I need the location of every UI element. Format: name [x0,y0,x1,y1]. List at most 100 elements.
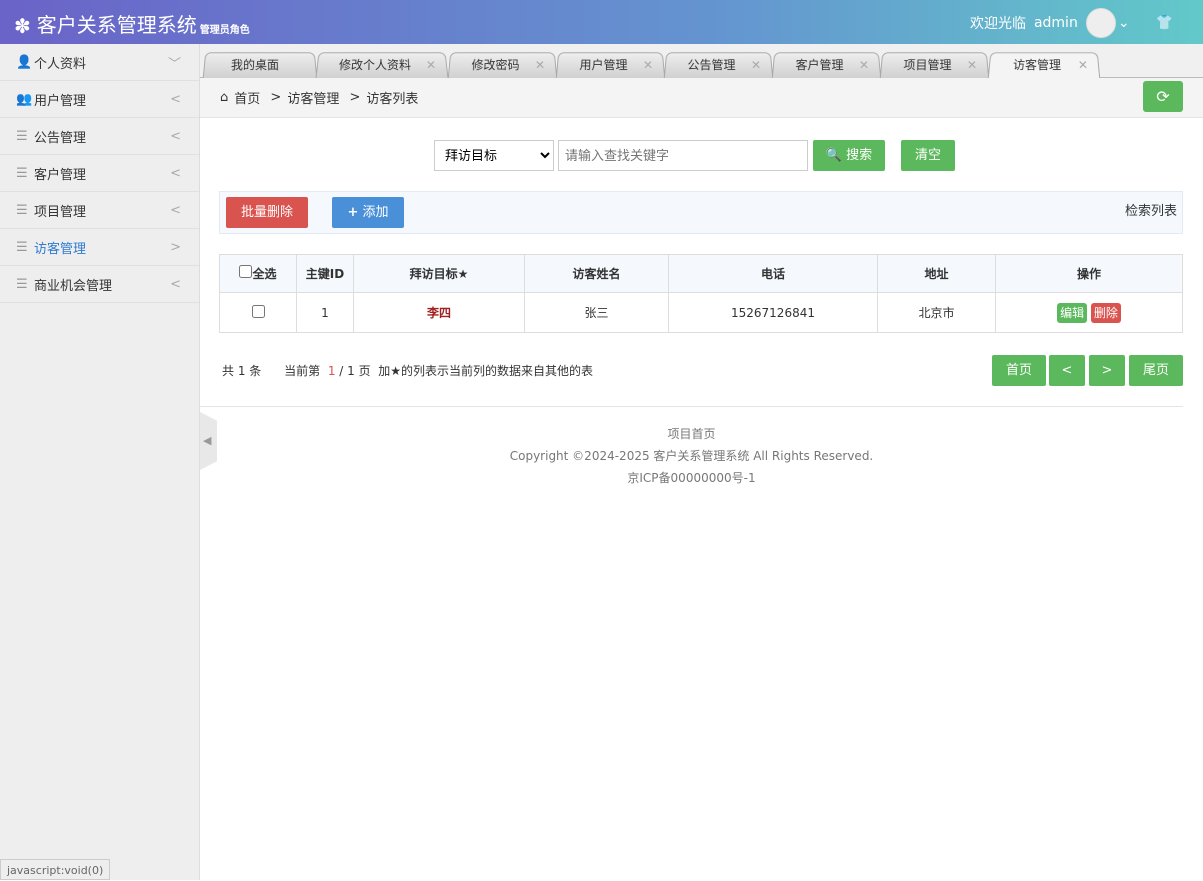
select-all-checkbox[interactable] [239,265,253,278]
tab-label: 用户管理 [579,58,628,73]
close-icon[interactable]: ✕ [425,53,437,78]
col-address: 地址 [877,254,996,293]
cell-address: 北京市 [877,292,996,333]
breadcrumb-current: 访客列表 [366,92,419,107]
list-icon: ☰ [16,128,28,144]
close-icon[interactable]: ✕ [642,53,654,78]
icp-number: 京ICP备00000000号-1 [627,471,756,485]
sidebar-item-label: 公告管理 [34,130,87,146]
tab-bar: 我的桌面 修改个人资料 ✕ 修改密码 ✕ 用户管理 ✕ 公告管理 ✕ 客户管理 ✕ 项目管理 ✕ 访客管理… [200,44,1203,80]
tab-label: 客户管理 [795,58,844,73]
first-page-button[interactable]: 首页 [992,355,1046,386]
list-icon: ☰ [16,276,28,292]
cell-name: 张三 [524,292,669,333]
footer-home-link[interactable]: 项目首页 [200,423,1183,445]
col-phone: 电话 [668,254,878,293]
shirt-icon[interactable]: 👕 [1156,15,1173,31]
sidebar-item-label: 个人资料 [34,56,87,72]
tab[interactable]: 用户管理 ✕ [555,52,666,79]
sidebar-item-label: 客户管理 [34,167,87,183]
tab-label: 修改个人资料 [338,58,412,73]
chevron-down-icon[interactable]: ⌄ [1118,15,1130,31]
toolbar: 批量删除 + 添加 检索列表 [219,191,1183,234]
tab[interactable]: 客户管理 ✕ [771,52,882,79]
cell-target[interactable]: 李四 [353,292,525,333]
chevron-icon: ﹀ [167,56,181,72]
username[interactable]: admin [1034,15,1078,31]
visitor-table: 全选 主键ID 拜访目标★ 访客姓名 电话 地址 操作 1 李四 张三 1526… [219,254,1183,333]
next-page-button[interactable]: > [1089,355,1125,386]
chevron-icon: < [170,91,181,107]
header: ✽ 客户关系管理系统 管理员角色 欢迎光临 admin ⌄ 👕 [0,0,1203,44]
sidebar-item[interactable]: ☰ 商业机会管理 < [0,266,199,303]
tab[interactable]: 修改密码 ✕ [447,52,558,79]
row-checkbox[interactable] [251,304,265,318]
tab[interactable]: 我的桌面 [202,52,318,79]
tab-label: 修改密码 [471,58,520,73]
footer: 项目首页 Copyright ©2024-2025 客户关系管理系统 All R… [200,406,1183,489]
users-icon: 👥 [16,91,33,107]
prev-page-button[interactable]: < [1049,355,1085,386]
role-label: 管理员角色 [199,25,250,36]
sidebar-item-label: 商业机会管理 [34,278,113,294]
tab-label: 项目管理 [903,58,952,73]
pager-info: 共 1 条 当前第 1 / 1 页 加★的列表示当前列的数据来自其他的表 [222,364,593,378]
tab-label: 访客管理 [1012,58,1062,73]
chevron-icon: < [170,202,181,218]
cell-id: 1 [296,292,354,333]
close-icon[interactable]: ✕ [858,53,870,78]
sidebar-item[interactable]: ☰ 访客管理 > [0,229,199,266]
chevron-icon: < [170,165,181,181]
breadcrumb-home[interactable]: 首页 [234,88,260,107]
cell-phone: 15267126841 [668,292,878,333]
sidebar-item-label: 项目管理 [34,204,87,220]
search-input[interactable] [558,140,808,171]
sidebar: 👤 个人资料 ﹀ 👥 用户管理 < ☰ 公告管理 < ☰ 客户管理 < ☰ 项目管理 < ☰ 访客管理 > ☰ 商业机… [0,44,200,880]
search-field-select[interactable]: 拜访目标 [434,140,554,171]
breadcrumb: ⌂ 首页 > 访客管理 > 访客列表 ⟳ [200,78,1203,118]
avatar[interactable] [1085,8,1116,38]
list-title: 检索列表 [1124,204,1177,219]
chevron-icon: < [170,276,181,292]
table-header-row: 全选 主键ID 拜访目标★ 访客姓名 电话 地址 操作 [219,254,1183,293]
welcome-text: 欢迎光临 [969,16,1026,32]
status-bar: javascript:void(0) [0,859,111,880]
search-button[interactable]: 🔍 搜索 [813,140,885,171]
refresh-button[interactable]: ⟳ [1143,81,1183,112]
gear-icon: ✽ [14,14,31,38]
close-icon[interactable]: ✕ [750,53,762,78]
col-target: 拜访目标★ [353,254,525,293]
last-page-button[interactable]: 尾页 [1129,355,1183,386]
home-icon: ⌂ [220,90,229,105]
logo: ✽ 客户关系管理系统 管理员角色 [14,9,250,38]
col-actions: 操作 [995,254,1183,293]
copyright: Copyright ©2024-2025 客户关系管理系统 All Rights… [509,449,874,463]
delete-button[interactable]: 删除 [1090,303,1121,323]
add-button[interactable]: + 添加 [332,197,404,228]
refresh-icon: ⟳ [1156,87,1170,106]
close-icon[interactable]: ✕ [966,53,978,78]
tab[interactable]: 修改个人资料 ✕ [315,52,449,79]
close-icon[interactable]: ✕ [534,53,546,78]
close-icon[interactable]: ✕ [1077,53,1089,78]
clear-button[interactable]: 清空 [901,140,955,171]
list-icon: ☰ [16,165,28,181]
list-icon: ☰ [16,239,28,255]
col-name: 访客姓名 [524,254,669,293]
sidebar-item[interactable]: 👥 用户管理 < [0,81,199,118]
list-icon: ☰ [16,202,28,218]
sidebar-item[interactable]: ☰ 公告管理 < [0,118,199,155]
tab[interactable]: 项目管理 ✕ [879,52,990,79]
sidebar-item[interactable]: ☰ 项目管理 < [0,192,199,229]
breadcrumb-section[interactable]: 访客管理 [287,88,339,107]
col-id: 主键ID [296,254,354,293]
tab[interactable]: 访客管理 ✕ [987,52,1101,80]
edit-button[interactable]: 编辑 [1057,303,1088,323]
chevron-icon: < [170,128,181,144]
tab-label: 公告管理 [687,58,736,73]
tab[interactable]: 公告管理 ✕ [663,52,774,79]
sidebar-item[interactable]: ☰ 客户管理 < [0,155,199,192]
sidebar-item[interactable]: 👤 个人资料 ﹀ [0,44,199,81]
batch-delete-button[interactable]: 批量删除 [226,197,308,228]
select-all[interactable]: 全选 [219,254,297,293]
